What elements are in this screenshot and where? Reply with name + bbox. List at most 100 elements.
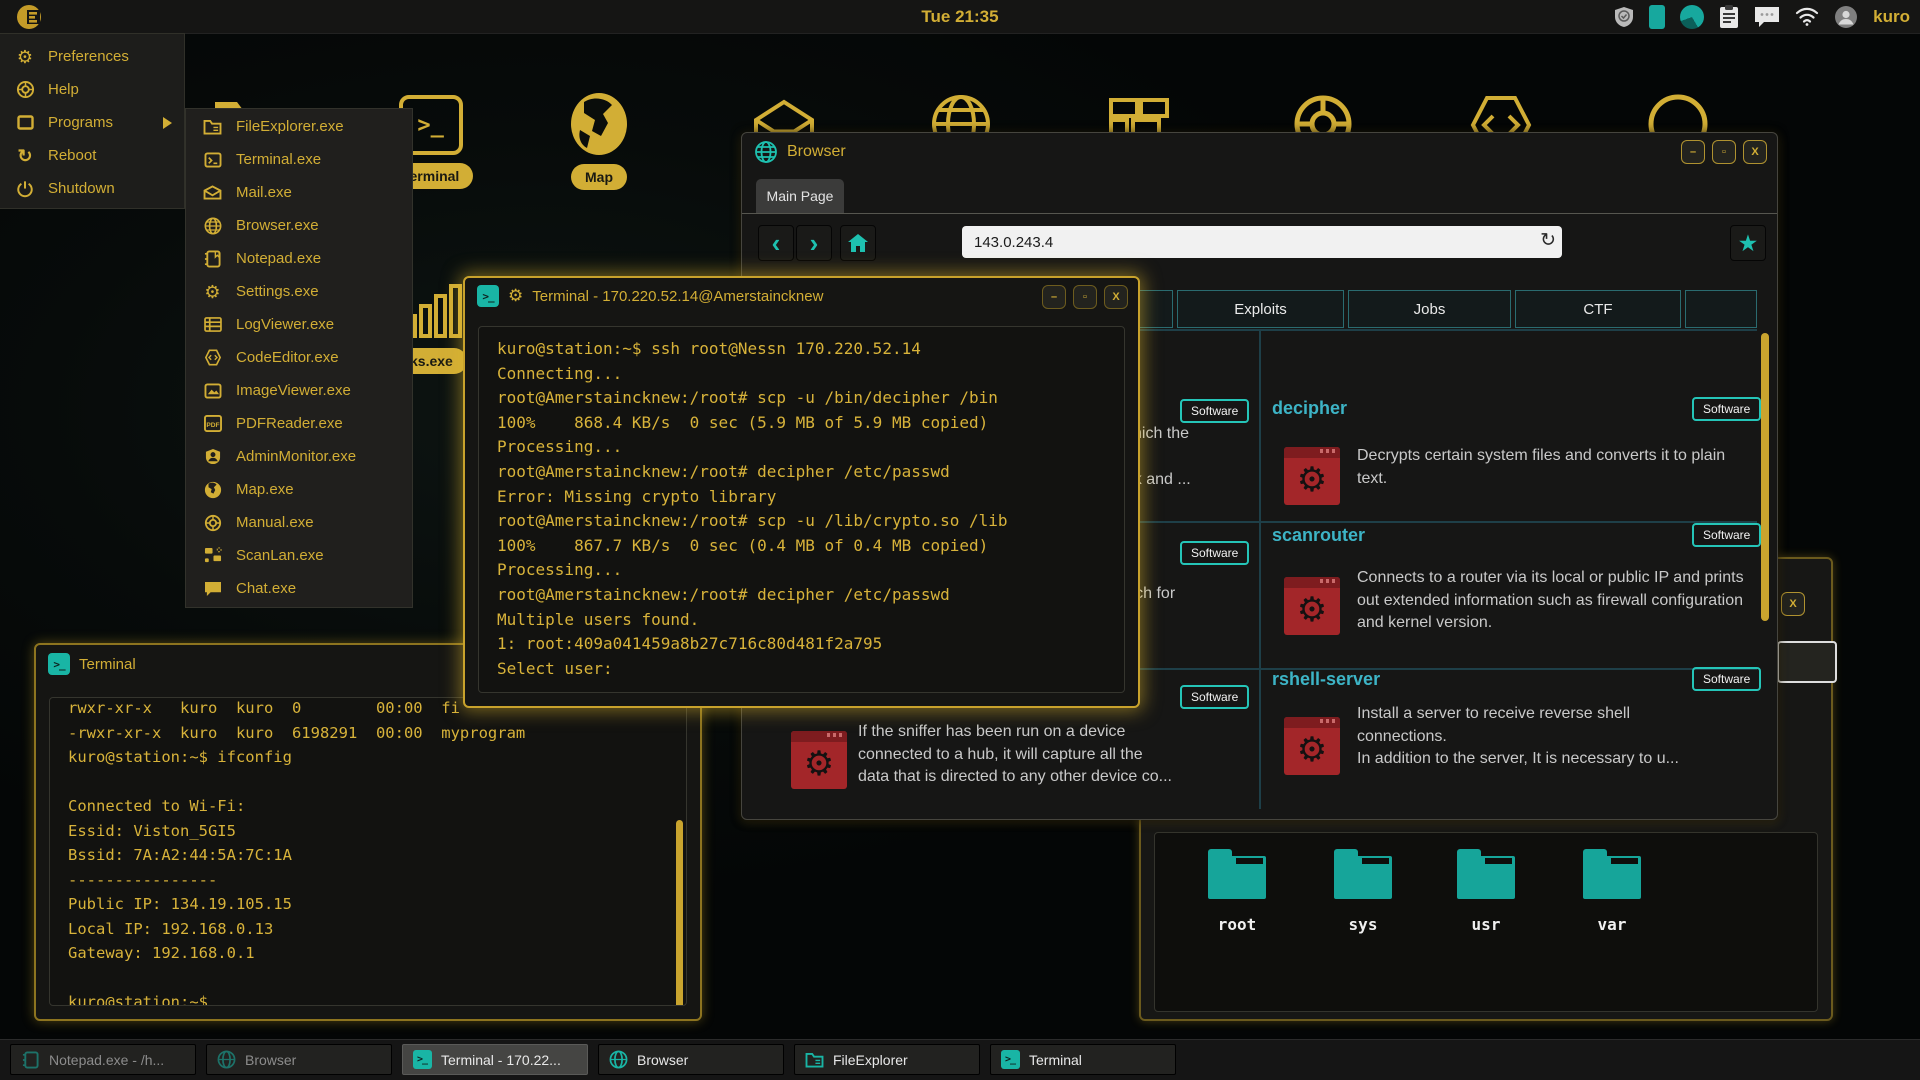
submenu-item-logviewer[interactable]: LogViewer.exe [186, 308, 412, 341]
close-button[interactable]: X [1781, 592, 1805, 616]
terminal-output[interactable]: rwxr-xr-x kuro kuro 0 00:00 fi -rwxr-xr-… [49, 697, 687, 1006]
maximize-button[interactable]: ▫ [1712, 140, 1736, 164]
gear-icon: ⚙ [15, 48, 35, 66]
app-icon: ⚙ [791, 731, 847, 789]
star-icon: ★ [1739, 231, 1757, 256]
globe-icon [202, 217, 223, 235]
minimize-button[interactable]: – [1681, 140, 1705, 164]
programs-submenu: FileExplorer.exe Terminal.exe Mail.exe B… [185, 108, 413, 608]
card-title[interactable]: rshell-server [1272, 669, 1380, 690]
software-badge: Software [1692, 397, 1761, 421]
desktop: >_ Terminal Map [0, 0, 1920, 1080]
menu-item-reboot[interactable]: ↻ Reboot [0, 139, 184, 172]
folder-icon [804, 1050, 824, 1070]
path-field[interactable] [1777, 641, 1837, 683]
back-icon: ‹ [772, 228, 781, 259]
submenu-item-scanlan[interactable]: ScanLan.exe [186, 539, 412, 572]
shield-check-icon[interactable] [1614, 6, 1634, 28]
power-icon [15, 180, 35, 198]
site-tab-ctf[interactable]: CTF [1515, 290, 1681, 328]
clipboard-icon[interactable] [1719, 4, 1739, 29]
submenu-item-imageviewer[interactable]: ImageViewer.exe [186, 374, 412, 407]
bookmark-button[interactable]: ★ [1730, 225, 1766, 261]
gear-icon: ⚙ [1284, 725, 1340, 775]
submenu-item-pdfreader[interactable]: PDF PDFReader.exe [186, 407, 412, 440]
taskbar-item-terminal-remote[interactable]: >_ Terminal - 170.22... [402, 1044, 588, 1075]
submenu-item-notepad[interactable]: Notepad.exe [186, 242, 412, 275]
folder-item[interactable]: root [1179, 849, 1295, 934]
terminal-output[interactable]: kuro@station:~$ ssh root@Nessn 170.220.5… [478, 326, 1125, 693]
wifi-icon[interactable] [1795, 7, 1819, 26]
list-icon [202, 317, 223, 332]
home-button[interactable] [840, 225, 876, 261]
back-button[interactable]: ‹ [758, 225, 794, 261]
start-menu: ⚙ Preferences Help Programs ↻ Reboot Shu… [0, 33, 185, 209]
card-title[interactable]: decipher [1272, 398, 1347, 419]
pie-chart-icon[interactable] [1680, 5, 1704, 29]
taskbar-item-browser[interactable]: Browser [206, 1044, 392, 1075]
submenu-item-terminal[interactable]: Terminal.exe [186, 143, 412, 176]
taskbar-item-notepad[interactable]: Notepad.exe - /h... [10, 1044, 196, 1075]
chat-bubble-icon [202, 581, 223, 597]
notepad-icon [20, 1050, 40, 1070]
browser-page-tab[interactable]: Main Page [756, 179, 844, 213]
map-globe-icon [202, 481, 223, 499]
top-bar: Tue 21:35 kuro [0, 0, 1920, 34]
app-icon: ⚙ [1284, 577, 1340, 635]
chat-bubble-icon[interactable] [1754, 6, 1780, 28]
window-title: Terminal [79, 656, 136, 673]
menu-item-preferences[interactable]: ⚙ Preferences [0, 40, 184, 73]
menu-item-shutdown[interactable]: Shutdown [0, 172, 184, 205]
address-bar[interactable]: 143.0.243.4 ↻ [962, 226, 1562, 258]
taskbar-item-terminal[interactable]: >_ Terminal [990, 1044, 1176, 1075]
menu-item-programs[interactable]: Programs [0, 106, 184, 139]
folder-icon [1208, 849, 1266, 899]
forward-button[interactable]: › [796, 225, 832, 261]
close-button[interactable]: X [1743, 140, 1767, 164]
gear-icon: ⚙ [1284, 585, 1340, 635]
submenu-item-chat[interactable]: Chat.exe [186, 572, 412, 605]
map-globe-icon [566, 92, 632, 156]
terminal-icon: >_ [48, 653, 70, 675]
folder-item[interactable]: sys [1305, 849, 1421, 934]
refresh-icon[interactable]: ↻ [1540, 229, 1556, 252]
folder-icon [202, 119, 223, 135]
folder-icon [1457, 849, 1515, 899]
submenu-item-fileexplorer[interactable]: FileExplorer.exe [186, 110, 412, 143]
card-desc-fragment: hich the [1133, 425, 1189, 443]
site-tab-exploits[interactable]: Exploits [1177, 290, 1344, 328]
taskbar-item-fileexplorer[interactable]: FileExplorer [794, 1044, 980, 1075]
software-badge: Software [1692, 667, 1761, 691]
minimize-button[interactable]: – [1042, 285, 1066, 309]
submenu-item-browser[interactable]: Browser.exe [186, 209, 412, 242]
terminal-titlebar[interactable]: >_ ⚙ Terminal - 170.220.52.14@Amerstainc… [465, 278, 1138, 314]
forward-icon: › [810, 228, 819, 259]
menu-item-help[interactable]: Help [0, 73, 184, 106]
gear-icon: ⚙ [1284, 455, 1340, 505]
close-button[interactable]: X [1104, 285, 1128, 309]
terminal-scrollbar[interactable] [676, 820, 683, 1006]
taskbar-item-browser2[interactable]: Browser [598, 1044, 784, 1075]
submenu-item-adminmonitor[interactable]: AdminMonitor.exe [186, 440, 412, 473]
site-tab-stub[interactable] [1685, 290, 1757, 328]
submenu-item-mail[interactable]: Mail.exe [186, 176, 412, 209]
desktop-icon-map[interactable]: Map [566, 92, 632, 190]
submenu-item-map[interactable]: Map.exe [186, 473, 412, 506]
globe-icon [754, 140, 778, 164]
submenu-item-codeeditor[interactable]: CodeEditor.exe [186, 341, 412, 374]
browser-scrollbar[interactable] [1761, 333, 1769, 621]
user-avatar-icon[interactable] [1834, 5, 1858, 29]
grid-line [1259, 331, 1261, 809]
submenu-item-settings[interactable]: ⚙ Settings.exe [186, 275, 412, 308]
site-tab-jobs[interactable]: Jobs [1348, 290, 1511, 328]
terminal-icon [202, 152, 223, 168]
window-title: Browser [787, 143, 846, 161]
folder-item[interactable]: usr [1428, 849, 1544, 934]
folder-item[interactable]: var [1554, 849, 1670, 934]
maximize-button[interactable]: ▫ [1073, 285, 1097, 309]
username[interactable]: kuro [1873, 7, 1910, 27]
browser-titlebar[interactable]: Browser – ▫ X [742, 133, 1777, 171]
submenu-item-manual[interactable]: Manual.exe [186, 506, 412, 539]
card-title[interactable]: scanrouter [1272, 525, 1365, 546]
battery-icon[interactable] [1649, 5, 1665, 29]
